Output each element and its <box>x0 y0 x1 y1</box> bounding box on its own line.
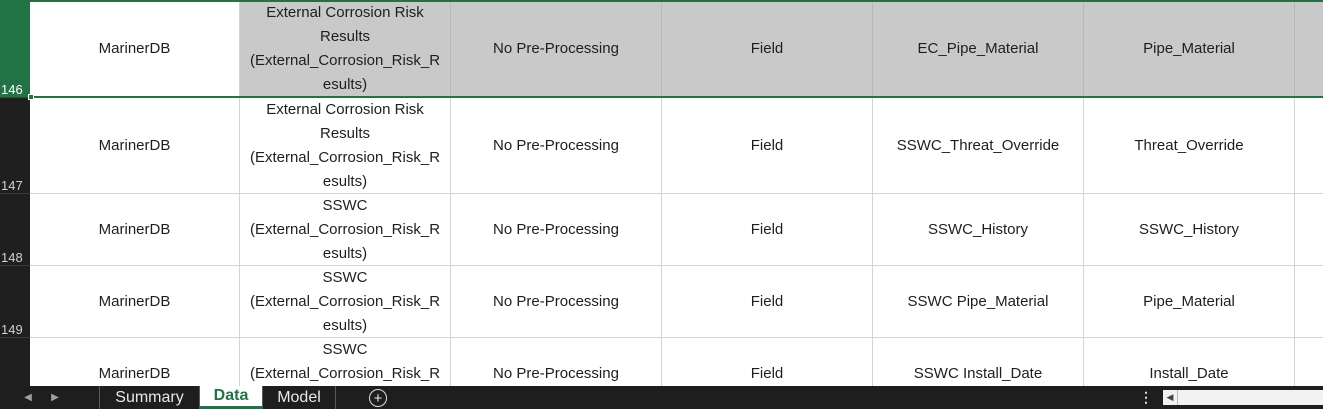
prev-sheet-icon[interactable]: ◀ <box>17 386 39 409</box>
selection-top <box>30 0 1323 2</box>
row-header[interactable]: 149 <box>0 266 30 338</box>
cell-type[interactable]: Field <box>662 266 873 338</box>
cell-extra[interactable] <box>1295 266 1323 338</box>
next-sheet-icon[interactable]: ▶ <box>44 386 66 409</box>
row-header[interactable]: 148 <box>0 194 30 266</box>
selection-handle[interactable] <box>28 94 34 100</box>
cell-type[interactable]: Field <box>662 98 873 194</box>
cell-extra[interactable] <box>1295 194 1323 266</box>
cell-processing[interactable]: No Pre-Processing <box>451 194 662 266</box>
sheet-tab-bar: ◀ ▶ Summary Data Model + ⋮ ◀ <box>0 386 1323 409</box>
cell-target-field[interactable]: Pipe_Material <box>1084 266 1295 338</box>
cell-extra[interactable] <box>1295 0 1323 98</box>
row-header[interactable]: 147 <box>0 98 30 194</box>
cell-table[interactable]: SSWC (External_Corrosion_Risk_R esults) <box>240 338 451 386</box>
cell-source-field[interactable]: EC_Pipe_Material <box>873 0 1084 98</box>
add-sheet-icon[interactable]: + <box>369 389 387 407</box>
row-header[interactable]: 146 <box>0 0 30 98</box>
table-row: 148 MarinerDB SSWC (External_Corrosion_Ris… <box>0 194 1323 266</box>
selection-bottom <box>30 96 1323 98</box>
spreadsheet-grid: 146 MarinerDB External Corrosion Risk Resu… <box>0 0 1323 386</box>
cell-source[interactable]: MarinerDB <box>30 266 240 338</box>
cell-extra[interactable] <box>1295 98 1323 194</box>
cell-extra[interactable] <box>1295 338 1323 386</box>
horizontal-scrollbar[interactable]: ◀ <box>1163 390 1323 405</box>
tab-data[interactable]: Data <box>200 386 263 409</box>
cell-source-field[interactable]: SSWC_Threat_Override <box>873 98 1084 194</box>
more-options-icon[interactable]: ⋮ <box>1139 386 1153 409</box>
cell-processing[interactable]: No Pre-Processing <box>451 0 662 98</box>
cell-table[interactable]: SSWC (External_Corrosion_Risk_R esults) <box>240 194 451 266</box>
cell-type[interactable]: Field <box>662 194 873 266</box>
cell-source[interactable]: MarinerDB <box>30 0 240 98</box>
cell-processing[interactable]: No Pre-Processing <box>451 338 662 386</box>
cell-target-field[interactable]: SSWC_History <box>1084 194 1295 266</box>
tab-model[interactable]: Model <box>263 386 336 409</box>
cell-source[interactable]: MarinerDB <box>30 338 240 386</box>
cell-source-field[interactable]: SSWC_History <box>873 194 1084 266</box>
cell-type[interactable]: Field <box>662 338 873 386</box>
cell-table[interactable]: External Corrosion Risk Results (Externa… <box>240 98 451 194</box>
cell-processing[interactable]: No Pre-Processing <box>451 266 662 338</box>
cell-table[interactable]: External Corrosion Risk Results (Externa… <box>240 0 451 98</box>
tab-summary[interactable]: Summary <box>99 386 200 409</box>
cell-table[interactable]: SSWC (External_Corrosion_Risk_R esults) <box>240 266 451 338</box>
table-row: 146 MarinerDB External Corrosion Risk Resu… <box>0 0 1323 98</box>
table-row: 150MarinerDBSSWC (External_Corrosion_Ris… <box>0 338 1323 386</box>
row-header[interactable]: 150 <box>0 338 30 386</box>
cell-source-field[interactable]: SSWC Install_Date <box>873 338 1084 386</box>
cell-source-field[interactable]: SSWC Pipe_Material <box>873 266 1084 338</box>
table-row: 149 MarinerDB SSWC (External_Corrosion_Ris… <box>0 266 1323 338</box>
cell-type[interactable]: Field <box>662 0 873 98</box>
cell-target-field[interactable]: Install_Date <box>1084 338 1295 386</box>
scroll-left-icon[interactable]: ◀ <box>1163 390 1178 405</box>
cell-target-field[interactable]: Pipe_Material <box>1084 0 1295 98</box>
cell-source[interactable]: MarinerDB <box>30 98 240 194</box>
table-row: 147 MarinerDB External Corrosion Risk Resu… <box>0 98 1323 194</box>
cell-target-field[interactable]: Threat_Override <box>1084 98 1295 194</box>
cell-processing[interactable]: No Pre-Processing <box>451 98 662 194</box>
cell-source[interactable]: MarinerDB <box>30 194 240 266</box>
